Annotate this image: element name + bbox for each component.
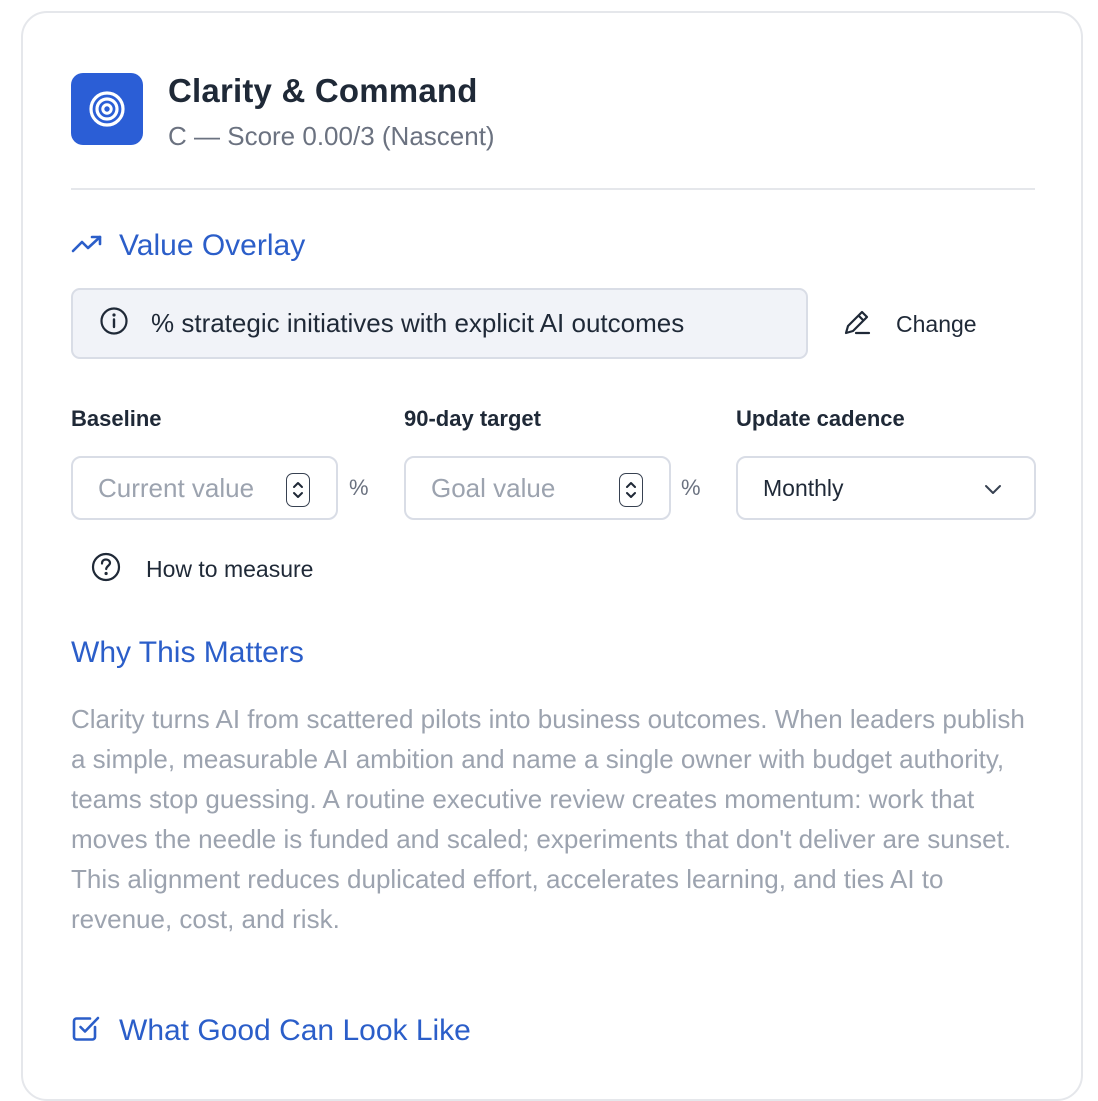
trending-up-icon bbox=[71, 233, 103, 260]
section-title: Value Overlay bbox=[119, 229, 306, 262]
target-field[interactable] bbox=[404, 456, 671, 520]
score-subtitle: C — Score 0.00/3 (Nascent) bbox=[168, 121, 495, 151]
value-overlay-heading: Value Overlay bbox=[71, 229, 305, 263]
baseline-input[interactable] bbox=[98, 472, 283, 504]
capability-card: Clarity & Command C — Score 0.00/3 (Nasc… bbox=[21, 11, 1083, 1101]
baseline-label: Baseline bbox=[71, 406, 162, 431]
change-label: Change bbox=[896, 310, 977, 337]
cadence-value: Monthly bbox=[763, 474, 844, 501]
card-title: Clarity & Command bbox=[168, 72, 478, 109]
target-input[interactable] bbox=[431, 472, 616, 504]
divider bbox=[71, 188, 1035, 190]
info-icon bbox=[99, 306, 129, 341]
selected-metric: % strategic initiatives with explicit AI… bbox=[71, 288, 808, 359]
baseline-stepper[interactable] bbox=[286, 473, 310, 507]
target-unit: % bbox=[681, 475, 701, 500]
good-title: What Good Can Look Like bbox=[119, 1013, 471, 1047]
change-metric-button[interactable]: Change bbox=[841, 302, 977, 346]
why-body-text: Clarity turns AI from scattered pilots i… bbox=[71, 704, 1025, 934]
help-circle-icon bbox=[90, 551, 122, 588]
good-heading: What Good Can Look Like bbox=[71, 1013, 471, 1048]
how-to-measure-label: How to measure bbox=[146, 556, 314, 582]
cadence-label: Update cadence bbox=[736, 406, 905, 431]
baseline-unit: % bbox=[349, 475, 369, 500]
target-label: 90-day target bbox=[404, 406, 541, 431]
baseline-field[interactable] bbox=[71, 456, 338, 520]
why-heading: Why This Matters bbox=[71, 636, 304, 670]
why-title: Why This Matters bbox=[71, 636, 304, 669]
target-stepper[interactable] bbox=[619, 473, 643, 507]
pencil-icon bbox=[841, 306, 873, 343]
metric-label: % strategic initiatives with explicit AI… bbox=[151, 308, 685, 338]
how-to-measure-button[interactable]: How to measure bbox=[90, 551, 313, 588]
card-header: Clarity & Command C — Score 0.00/3 (Nasc… bbox=[71, 73, 495, 151]
target-icon bbox=[71, 73, 143, 145]
chevron-down-icon bbox=[982, 478, 1004, 505]
check-square-icon bbox=[71, 1013, 101, 1048]
cadence-select[interactable]: Monthly bbox=[736, 456, 1036, 520]
